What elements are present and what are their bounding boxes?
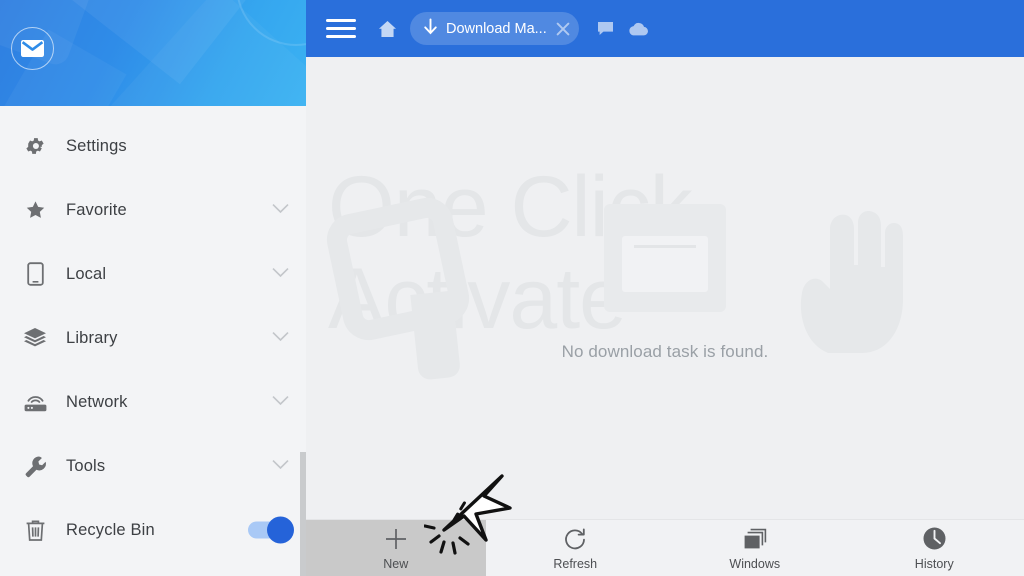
star-icon <box>18 199 52 221</box>
layers-icon <box>18 327 52 349</box>
phone-icon <box>18 262 52 286</box>
plus-icon <box>383 526 409 552</box>
sidebar-item-tools[interactable]: Tools <box>0 434 306 498</box>
chevron-down-icon[interactable] <box>272 265 289 283</box>
bottom-item-label: Refresh <box>553 556 598 571</box>
empty-state-message: No download task is found. <box>561 342 769 361</box>
empty-state: No download task is found. <box>306 57 1024 519</box>
chevron-down-icon[interactable] <box>272 201 289 219</box>
bottom-item-new[interactable]: New <box>306 520 486 576</box>
refresh-icon <box>563 526 587 552</box>
sidebar-item-favorite[interactable]: Favorite <box>0 178 306 242</box>
bottom-item-windows[interactable]: Windows <box>665 520 845 576</box>
sidebar-header-banner <box>0 0 306 106</box>
tab-download-manager[interactable]: Download Ma... <box>410 12 579 45</box>
bottom-item-label: Windows <box>729 556 781 571</box>
main-content-area: One Click Activate No download task is f… <box>306 57 1024 519</box>
cloud-icon[interactable] <box>628 22 648 36</box>
router-icon <box>18 391 52 413</box>
sidebar-item-label: Settings <box>66 136 127 155</box>
top-toolbar: Download Ma... <box>306 0 1024 57</box>
mail-envelope-icon[interactable] <box>11 27 54 70</box>
empty-folder-icon <box>604 204 726 312</box>
trash-icon <box>18 519 52 542</box>
bottom-toolbar: New Refresh Windows History <box>306 519 1024 576</box>
recycle-bin-toggle[interactable] <box>248 516 294 544</box>
sidebar-item-label: Local <box>66 264 107 283</box>
app-window: Settings Favorite Local Library Network … <box>0 0 1024 576</box>
sidebar-item-label: Tools <box>66 456 106 475</box>
sidebar-item-recycle-bin[interactable]: Recycle Bin <box>0 498 306 562</box>
toggle-knob <box>267 516 294 544</box>
close-x-icon[interactable] <box>555 21 571 37</box>
sidebar-item-settings[interactable]: Settings <box>0 114 306 178</box>
sidebar-item-label: Favorite <box>66 200 127 219</box>
sidebar-item-label: Recycle Bin <box>66 520 155 539</box>
home-icon[interactable] <box>378 20 397 38</box>
sidebar-item-label: Library <box>66 328 118 347</box>
windows-stack-icon <box>742 526 768 552</box>
wrench-icon <box>18 455 52 478</box>
bottom-item-history[interactable]: History <box>845 520 1024 576</box>
bottom-item-label: History <box>914 556 954 571</box>
sidebar-item-library[interactable]: Library <box>0 306 306 370</box>
sidebar-item-network[interactable]: Network <box>0 370 306 434</box>
sidebar-item-local[interactable]: Local <box>0 242 306 306</box>
sidebar-item-label: Network <box>66 392 128 411</box>
sidebar-menu: Settings Favorite Local Library Network … <box>0 106 306 562</box>
chat-bubble-icon[interactable] <box>597 21 614 36</box>
hamburger-menu-icon[interactable] <box>326 14 356 43</box>
gear-icon <box>18 135 52 157</box>
clock-icon <box>922 526 947 552</box>
bottom-item-label: New <box>383 556 409 571</box>
chevron-down-icon[interactable] <box>272 329 289 347</box>
tab-title: Download Ma... <box>446 20 547 37</box>
chevron-down-icon[interactable] <box>272 393 289 411</box>
bottom-item-refresh[interactable]: Refresh <box>486 520 666 576</box>
download-arrow-icon <box>423 17 438 40</box>
sidebar: Settings Favorite Local Library Network … <box>0 0 306 576</box>
chevron-down-icon[interactable] <box>272 457 289 475</box>
